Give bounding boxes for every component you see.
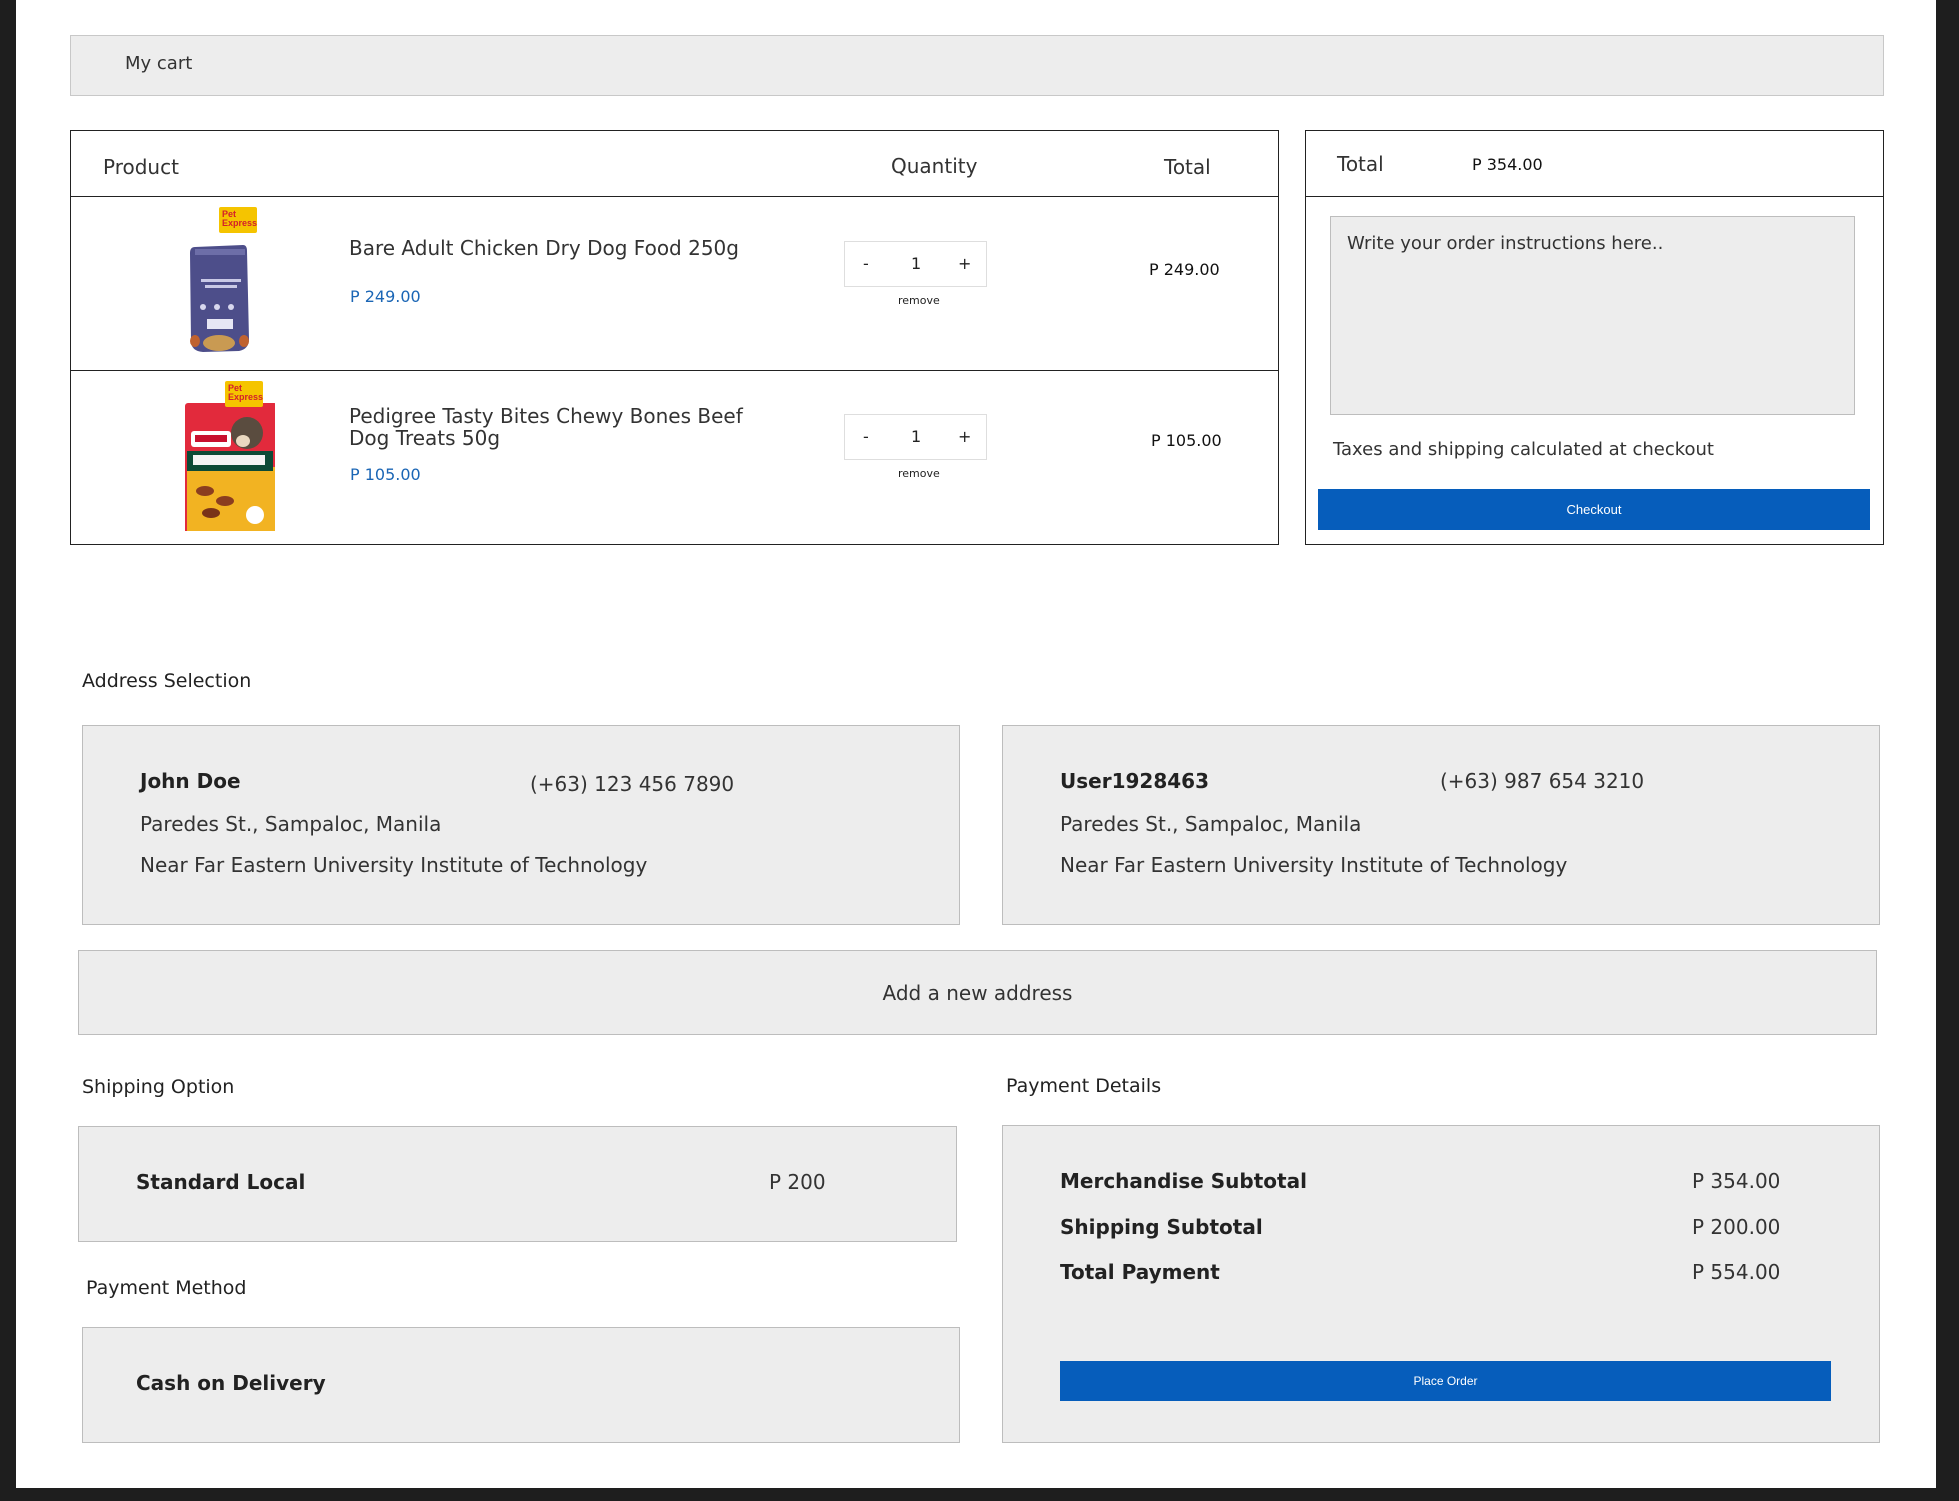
- merchandise-subtotal-value: P 354.00: [1692, 1169, 1781, 1193]
- cart-header-bar: My cart: [70, 35, 1884, 96]
- cart-table-header: Product Quantity Total: [71, 131, 1278, 197]
- total-payment-label: Total Payment: [1060, 1260, 1220, 1284]
- quantity-value[interactable]: 1: [911, 254, 921, 273]
- payment-method-section-title: Payment Method: [86, 1277, 247, 1299]
- payment-method-card[interactable]: Cash on Delivery: [82, 1327, 960, 1443]
- product-price: P 105.00: [350, 465, 421, 484]
- decrease-quantity-button[interactable]: -: [863, 427, 869, 446]
- address-line2: Near Far Eastern University Institute of…: [1060, 853, 1568, 877]
- shipping-subtotal-label: Shipping Subtotal: [1060, 1215, 1263, 1239]
- shipping-section-title: Shipping Option: [82, 1076, 235, 1098]
- address-section-title: Address Selection: [82, 670, 252, 692]
- remove-item-link[interactable]: remove: [898, 294, 940, 307]
- checkout-button[interactable]: Checkout: [1318, 489, 1870, 530]
- order-instructions-input[interactable]: [1330, 216, 1855, 415]
- shipping-subtotal-value: P 200.00: [1692, 1215, 1781, 1239]
- dog-food-bag-image: [190, 245, 249, 352]
- order-summary: Total P 354.00 Taxes and shipping calcul…: [1305, 130, 1884, 545]
- payment-details-section-title: Payment Details: [1006, 1075, 1162, 1097]
- shipping-option-card[interactable]: Standard Local P 200: [78, 1126, 957, 1242]
- quantity-value[interactable]: 1: [911, 427, 921, 446]
- payment-details-card: Merchandise Subtotal P 354.00 Shipping S…: [1002, 1125, 1880, 1443]
- decrease-quantity-button[interactable]: -: [863, 254, 869, 273]
- shipping-option-price: P 200: [769, 1170, 826, 1194]
- column-header-product: Product: [103, 155, 179, 179]
- address-line1: Paredes St., Sampaloc, Manila: [140, 812, 442, 836]
- total-payment-value: P 554.00: [1692, 1260, 1781, 1284]
- pet-express-badge: Pet Express: [219, 207, 257, 233]
- quantity-stepper: - 1 +: [844, 241, 987, 287]
- column-header-quantity: Quantity: [891, 154, 978, 178]
- product-name[interactable]: Pedigree Tasty Bites Chewy Bones Beef Do…: [349, 405, 769, 449]
- total-label: Total: [1337, 152, 1384, 176]
- add-address-button[interactable]: Add a new address: [78, 950, 1877, 1035]
- cart-row: Pet Express Pedigree Tasty Bites Chewy Bo…: [71, 371, 1278, 545]
- address-name: John Doe: [140, 769, 241, 793]
- add-address-label: Add a new address: [882, 981, 1073, 1005]
- cart-table: Product Quantity Total Pet Express Bare A…: [70, 130, 1279, 545]
- cart-page: My cart Product Quantity Total Pet Expre…: [16, 0, 1936, 1488]
- tax-note: Taxes and shipping calculated at checkou…: [1333, 439, 1714, 460]
- address-line2: Near Far Eastern University Institute of…: [140, 853, 648, 877]
- summary-header: Total P 354.00: [1306, 131, 1883, 197]
- product-name[interactable]: Bare Adult Chicken Dry Dog Food 250g: [349, 237, 769, 259]
- address-phone: (+63) 987 654 3210: [1440, 769, 1645, 793]
- address-phone: (+63) 123 456 7890: [530, 772, 735, 796]
- row-total: P 105.00: [1151, 431, 1222, 450]
- address-card[interactable]: User1928463 (+63) 987 654 3210 Paredes S…: [1002, 725, 1880, 925]
- place-order-button[interactable]: Place Order: [1060, 1361, 1831, 1401]
- payment-method-name: Cash on Delivery: [136, 1371, 326, 1395]
- row-total: P 249.00: [1149, 260, 1220, 279]
- page-title: My cart: [125, 53, 193, 74]
- pet-express-badge: Pet Express: [225, 381, 263, 407]
- merchandise-subtotal-label: Merchandise Subtotal: [1060, 1169, 1307, 1193]
- shipping-option-name: Standard Local: [136, 1170, 306, 1194]
- column-header-total: Total: [1164, 155, 1211, 179]
- total-value: P 354.00: [1472, 155, 1543, 174]
- address-card[interactable]: John Doe (+63) 123 456 7890 Paredes St.,…: [82, 725, 960, 925]
- cart-row: Pet Express Bare Adult Chicken Dry Dog Fo…: [71, 197, 1278, 371]
- product-price: P 249.00: [350, 287, 421, 306]
- address-line1: Paredes St., Sampaloc, Manila: [1060, 812, 1362, 836]
- remove-item-link[interactable]: remove: [898, 467, 940, 480]
- quantity-stepper: - 1 +: [844, 414, 987, 460]
- address-name: User1928463: [1060, 769, 1209, 793]
- increase-quantity-button[interactable]: +: [958, 427, 971, 446]
- increase-quantity-button[interactable]: +: [958, 254, 971, 273]
